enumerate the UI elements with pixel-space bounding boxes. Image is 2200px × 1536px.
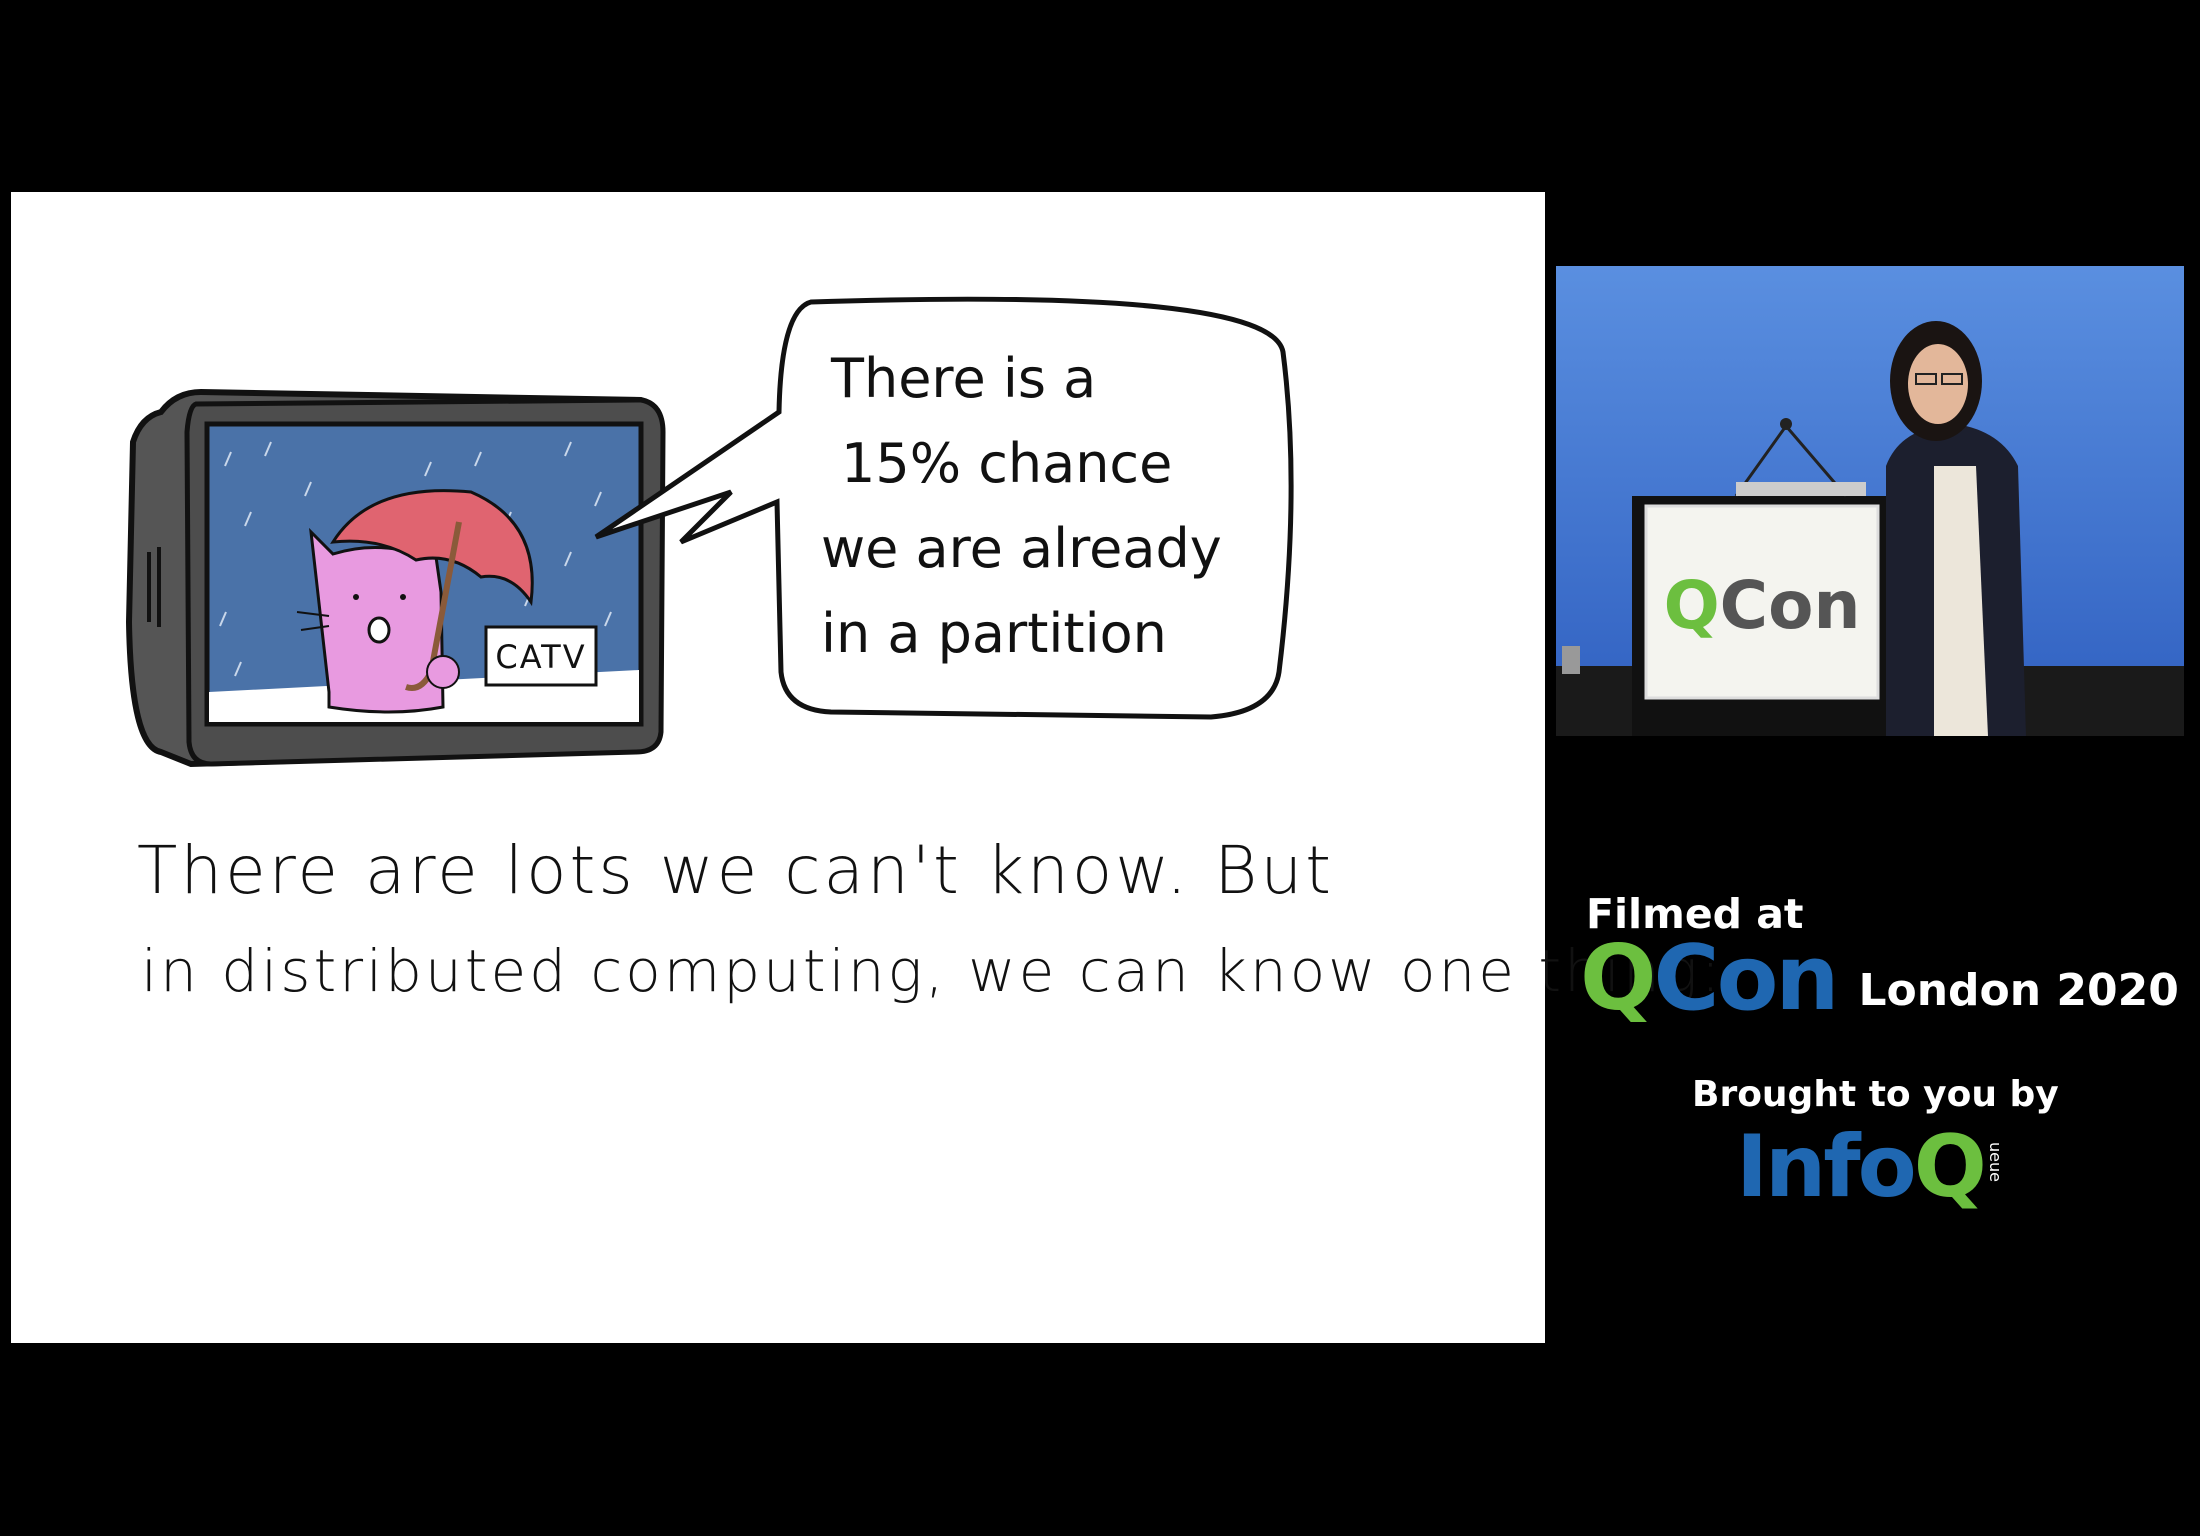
infoq-sub-label: ueue [1985,1142,2005,1182]
bubble-line-4: in a partition [821,602,1167,665]
tv-channel-label: CATV [495,638,586,676]
slide-illustration: CATV There is a 15% chance we are alread… [125,296,1294,768]
event-location: London 2020 [1858,965,2179,1016]
sponsor-branding: InfoQ ueue [1736,1124,2005,1210]
podium-logo: QCon [1664,567,1861,644]
presentation-slide: CATV There is a 15% chance we are alread… [11,192,1720,1343]
infoq-logo: InfoQ [1736,1117,1987,1217]
brought-by-label: Brought to you by [1692,1074,2059,1115]
bubble-line-1: There is a [830,347,1096,410]
event-branding: QCon London 2020 [1580,934,2179,1024]
bubble-line-3: we are already [821,517,1222,580]
caption-line-1: There are lots we can't know. But [137,832,1335,909]
caption-line-2: in distributed computing, we can know on… [141,937,1724,1005]
bubble-line-2: 15% chance [841,432,1172,495]
qcon-logo: QCon [1580,926,1839,1031]
speaker-scene: QCon [1556,266,2184,736]
speaker-video: QCon [1556,266,2184,736]
